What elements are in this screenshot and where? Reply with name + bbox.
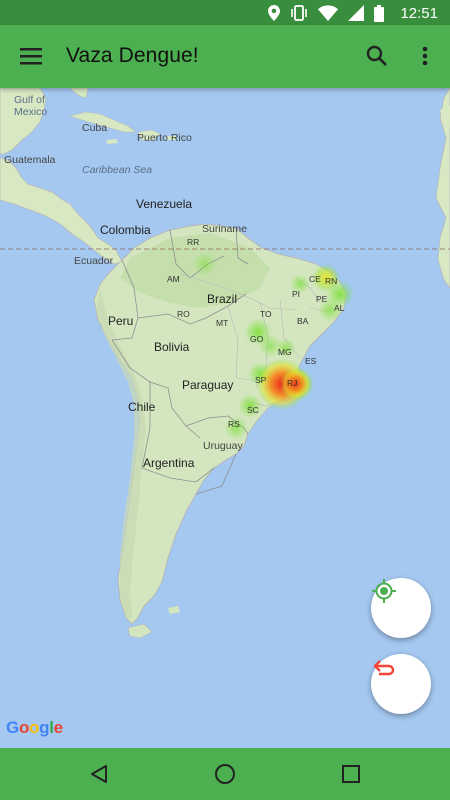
wifi-icon <box>318 5 339 21</box>
label-caribbean-sea: Caribbean Sea <box>82 164 153 176</box>
label-state-go: GO <box>250 334 264 344</box>
land-florida <box>69 88 89 99</box>
undo-button[interactable] <box>371 654 431 714</box>
label-venezuela: Venezuela <box>136 197 193 211</box>
app-bar: Vaza Dengue! <box>0 25 450 88</box>
vibrate-icon <box>291 5 308 21</box>
label-state-pi: PI <box>292 289 301 299</box>
label-state-rn: RN <box>325 276 338 286</box>
label-state-es: ES <box>305 356 317 366</box>
google-attribution-logo[interactable]: Google <box>6 718 63 738</box>
label-state-ce: CE <box>309 274 321 284</box>
land-tierra-del-fuego <box>127 623 153 639</box>
land-falklands <box>168 606 180 614</box>
label-argentina: Argentina <box>143 456 195 470</box>
undo-arrow-icon <box>373 660 395 676</box>
label-uruguay: Uruguay <box>203 440 243 452</box>
label-cuba: Cuba <box>82 122 108 134</box>
land-jamaica <box>106 139 118 144</box>
map-canvas <box>0 88 450 639</box>
label-chile: Chile <box>128 400 156 414</box>
label-state-sp: SP <box>255 375 267 385</box>
label-state-ro: RO <box>177 309 190 319</box>
label-peru: Peru <box>108 314 134 328</box>
home-circle-icon <box>215 764 235 784</box>
back-triangle-icon <box>91 765 107 783</box>
label-state-ba: BA <box>297 316 309 326</box>
label-state-rr: RR <box>187 237 200 247</box>
label-state-rj: RJ <box>287 378 298 388</box>
map-view[interactable]: Gulf of Mexico Caribbean Sea Cuba Puerto… <box>0 88 450 748</box>
battery-icon <box>374 4 385 22</box>
label-brazil: Brazil <box>207 292 238 306</box>
label-state-to: TO <box>260 309 272 319</box>
overflow-menu-button[interactable] <box>410 39 440 73</box>
label-state-mt: MT <box>216 318 229 328</box>
search-icon <box>366 45 387 66</box>
label-suriname: Suriname <box>202 223 247 235</box>
label-state-al: AL <box>334 303 345 313</box>
status-icons: 12:51 <box>268 4 438 22</box>
label-colombia: Colombia <box>100 223 151 237</box>
app-title: Vaza Dengue! <box>66 44 199 67</box>
label-gulf-of-mexico-line2: Mexico <box>14 106 48 118</box>
nav-recents-button[interactable] <box>337 760 365 788</box>
label-paraguay: Paraguay <box>182 378 234 392</box>
location-pin-icon <box>268 5 281 21</box>
label-state-am: AM <box>167 274 180 284</box>
search-button[interactable] <box>360 39 394 73</box>
system-navigation-bar <box>0 748 450 800</box>
label-puerto-rico: Puerto Rico <box>137 132 192 144</box>
crosshair-location-icon <box>372 579 396 603</box>
status-time: 12:51 <box>400 4 438 22</box>
label-guatemala: Guatemala <box>4 154 56 166</box>
label-state-mg: MG <box>278 347 292 357</box>
label-state-rs: RS <box>228 419 240 429</box>
nav-home-button[interactable] <box>211 760 239 788</box>
hamburger-menu-icon <box>20 48 42 65</box>
menu-button[interactable] <box>14 39 48 73</box>
label-state-sc: SC <box>247 405 259 415</box>
nav-back-button[interactable] <box>85 760 113 788</box>
my-location-button[interactable] <box>371 578 431 638</box>
label-state-pe: PE <box>316 294 328 304</box>
label-bolivia: Bolivia <box>154 340 190 354</box>
cell-signal-icon <box>348 5 365 21</box>
label-ecuador: Ecuador <box>74 255 114 267</box>
recents-square-icon <box>342 765 360 783</box>
more-vertical-icon <box>422 46 428 66</box>
status-bar: 12:51 <box>0 0 450 25</box>
label-gulf-of-mexico-line1: Gulf of <box>14 94 45 106</box>
